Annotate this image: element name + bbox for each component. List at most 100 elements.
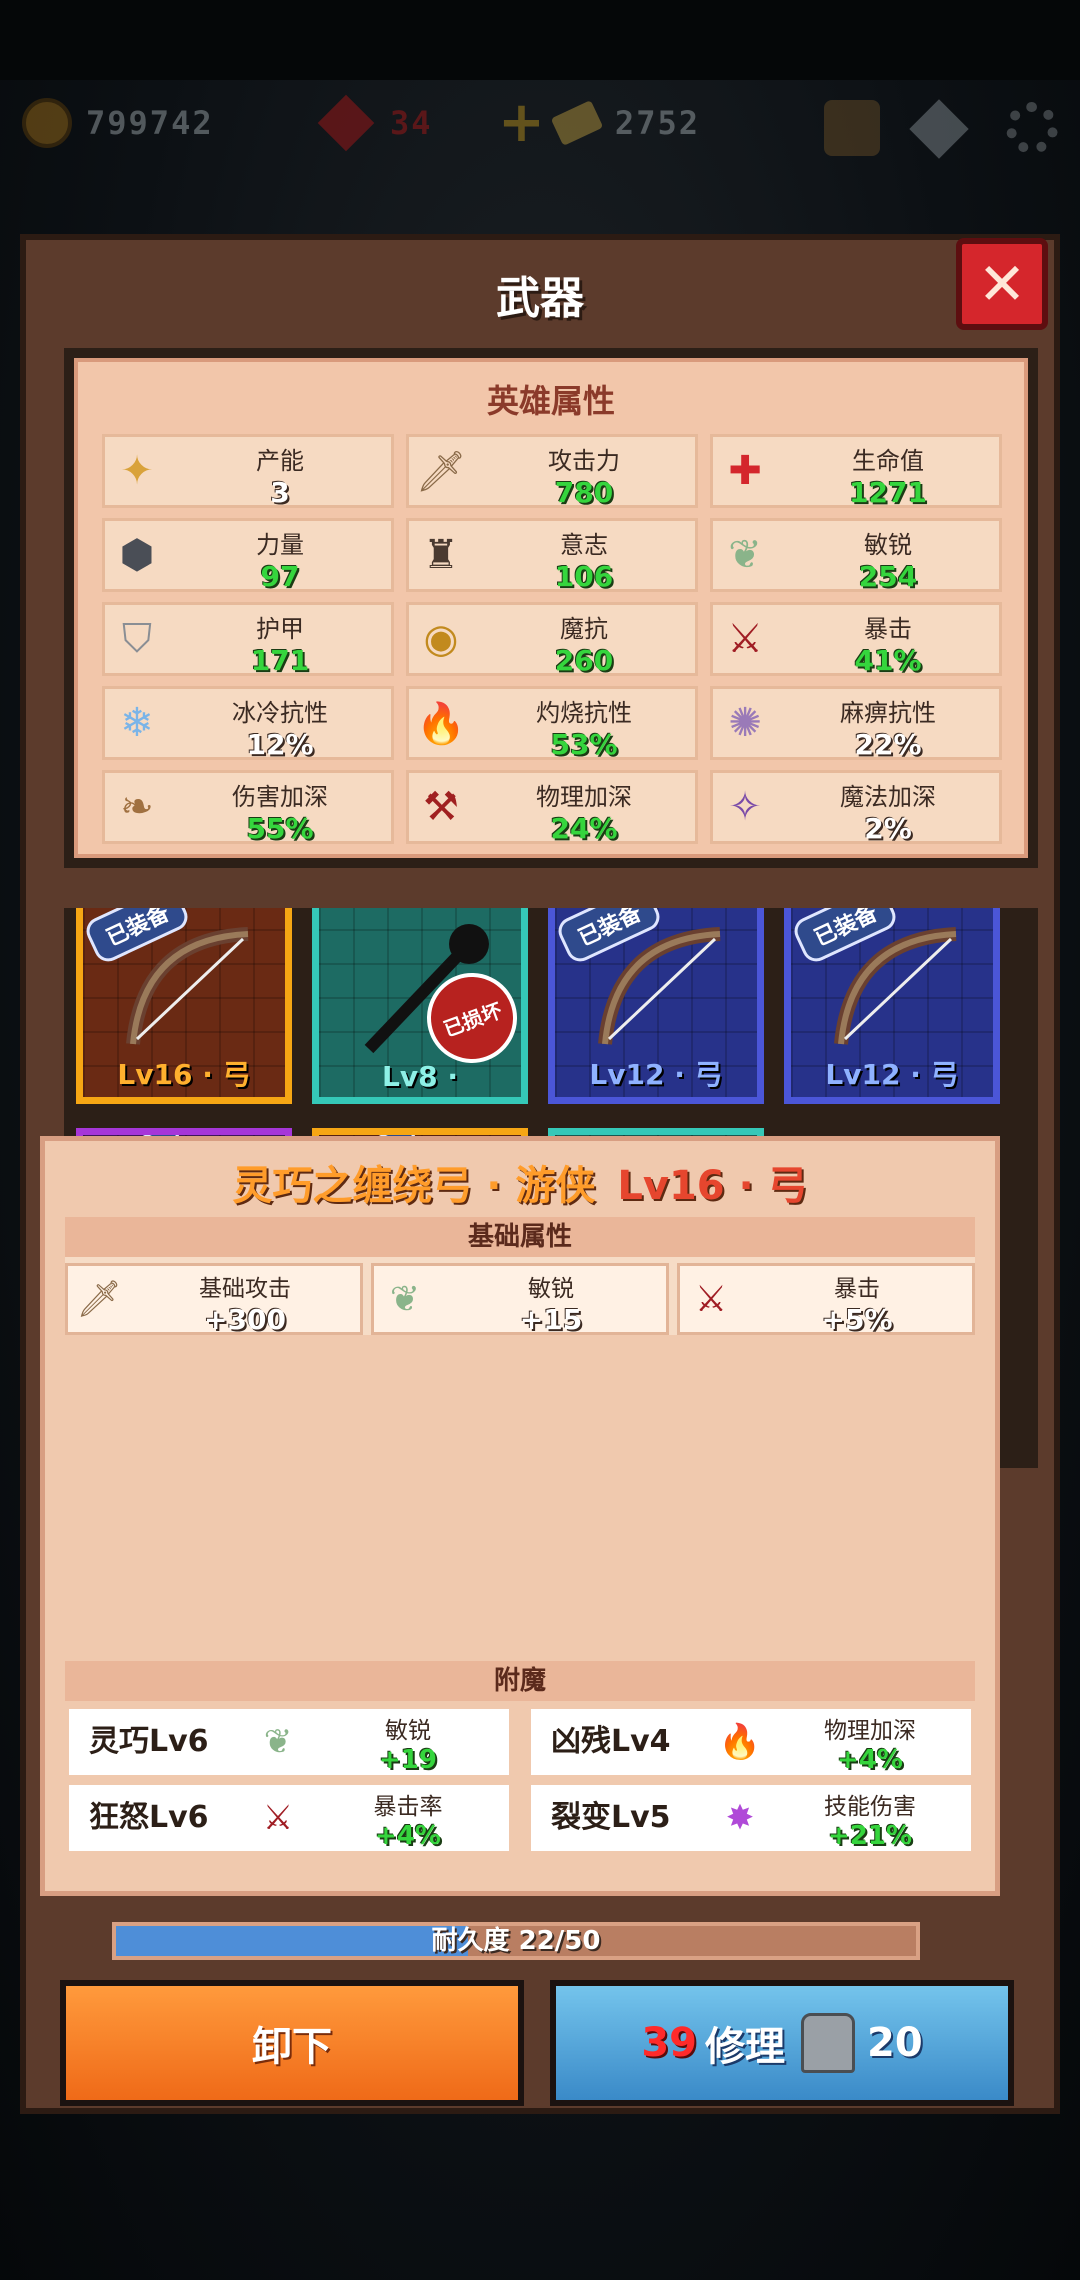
enchant-value: +21%	[827, 1821, 913, 1851]
hero-attribute: 🔥 灼烧抗性 53%	[406, 686, 698, 761]
gem-resource: 34	[317, 94, 433, 152]
base-attribute-value: +15	[519, 1303, 583, 1336]
add-icon: +	[498, 90, 545, 155]
repair-label: 修理	[705, 2024, 785, 2070]
wand-icon: ✧	[728, 784, 762, 830]
attribute-name: 意志	[560, 531, 608, 559]
hero-attributes-box: 英雄属性 ✦ 产能 3 🗡 攻击力 780 ✚ 生命值 1271 ⬢ 力量 97 ♜ 意志 106 ❦ 敏锐 25…	[64, 348, 1038, 868]
attribute-name: 敏锐	[864, 531, 912, 559]
weapon-card[interactable]: 已损坏 Lv8 ·	[312, 908, 528, 1104]
hero-attributes-grid: ✦ 产能 3 🗡 攻击力 780 ✚ 生命值 1271 ⬢ 力量 97 ♜ 意志 106 ❦ 敏锐 254 ⛉ 护甲 1…	[102, 434, 1002, 845]
weapon-card[interactable]: 已装备Lv12 · 弓	[784, 908, 1000, 1104]
base-attribute-text: 暴击 +5%	[742, 1266, 972, 1336]
enchant-item: 凶残Lv4 🔥 物理加深 +4%	[531, 1709, 971, 1775]
attribute-text: 攻击力 780	[473, 437, 695, 509]
magic-shield-icon: ◉	[423, 616, 459, 662]
hero-attribute: ❧ 伤害加深 55%	[102, 770, 394, 845]
enchant-text: 技能伤害 +21%	[769, 1785, 971, 1851]
attribute-value: 106	[554, 560, 614, 593]
feather-icon: ❧	[120, 784, 154, 830]
base-attribute-value: +5%	[821, 1303, 893, 1336]
fire-icon: 🔥	[711, 1709, 769, 1775]
attribute-value: 41%	[854, 644, 922, 677]
weapon-card[interactable]: 已装备Lv12 · 弓	[548, 908, 764, 1104]
attribute-value: 97	[260, 560, 300, 593]
weapon-level-label: Lv12 · 弓	[825, 1058, 959, 1091]
hero-attribute: ⚒ 物理加深 24%	[406, 770, 698, 845]
hero-attribute: 🗡 攻击力 780	[406, 434, 698, 509]
hero-attribute: ✦ 产能 3	[102, 434, 394, 509]
attribute-name: 攻击力	[548, 447, 620, 475]
weapon-detail-panel: 灵巧之缠绕弓 · 游侠 Lv16 · 弓 基础属性 🗡 基础攻击 +300 ❦ 敏锐 +15…	[40, 1136, 1000, 1896]
attribute-text: 护甲 171	[169, 605, 391, 677]
hero-attribute: ◉ 魔抗 260	[406, 602, 698, 677]
attribute-value: 2%	[864, 812, 912, 845]
axe-icon: ⚒	[423, 784, 459, 830]
attribute-name: 力量	[256, 531, 304, 559]
enchant-value: +4%	[837, 1745, 903, 1775]
hero-attribute: ✚ 生命值 1271	[710, 434, 1002, 509]
base-attributes-row: 🗡 基础攻击 +300 ❦ 敏锐 +15 ⚔ 暴击 +5%	[65, 1257, 975, 1336]
attribute-text: 暴击 41%	[777, 605, 999, 677]
attribute-value: 53%	[550, 728, 618, 761]
weapon-level-label: Lv12 · 弓	[589, 1058, 723, 1091]
base-attribute: ⚔ 暴击 +5%	[677, 1263, 975, 1336]
sword-icon: 🗡	[76, 1279, 122, 1320]
attribute-value: 22%	[854, 728, 922, 761]
enchant-name: 敏锐	[385, 1718, 431, 1744]
attribute-text: 物理加深 24%	[473, 773, 695, 845]
enchant-item: 裂变Lv5 ✸ 技能伤害 +21%	[531, 1785, 971, 1851]
enchant-label: 灵巧Lv6	[89, 1724, 209, 1759]
enchant-label: 裂变Lv5	[551, 1800, 671, 1835]
attribute-text: 灼烧抗性 53%	[473, 689, 695, 761]
wing-icon: ❦	[728, 532, 762, 578]
status-bar-area	[0, 0, 1080, 80]
statue-icon: ♜	[423, 532, 459, 578]
attribute-value: 260	[554, 644, 614, 677]
weapon-card[interactable]: 已装备 Lv16 · 弓	[76, 908, 292, 1104]
attribute-name: 魔法加深	[840, 783, 936, 811]
gem-amount: 34	[390, 104, 433, 142]
base-attribute: 🗡 基础攻击 +300	[65, 1263, 363, 1336]
enchant-item: 灵巧Lv6 ❦ 敏锐 +19	[69, 1709, 509, 1775]
settings-gear-icon[interactable]	[1006, 102, 1058, 154]
enchant-label: 狂怒Lv6	[89, 1800, 209, 1835]
attribute-value: 12%	[246, 728, 314, 761]
attribute-text: 产能 3	[169, 437, 391, 509]
health-cross-icon: ✚	[728, 448, 762, 494]
unequip-label: 卸下	[252, 2024, 332, 2070]
burst-icon: ✸	[711, 1785, 769, 1851]
enchant-text: 物理加深 +4%	[769, 1709, 971, 1775]
enchant-item: 狂怒Lv6 ⚔ 暴击率 +4%	[69, 1785, 509, 1851]
gold-resource: 799742	[22, 98, 214, 148]
attribute-name: 生命值	[852, 447, 924, 475]
unequip-button[interactable]: 卸下	[60, 1980, 524, 2106]
attribute-name: 产能	[256, 447, 304, 475]
close-icon: ✕	[977, 250, 1027, 318]
weapon-detail-title: 灵巧之缠绕弓 · 游侠 Lv16 · 弓	[45, 1153, 995, 1211]
enchant-section: 附魔 灵巧Lv6 ❦ 敏锐 +19 凶残Lv4 🔥 物理加深 +4% 狂怒Lv6 ⚔ 暴击率 +4% 裂…	[65, 1661, 975, 1859]
enchant-text: 暴击率 +4%	[307, 1785, 509, 1851]
hero-attribute: ❄ 冰冷抗性 12%	[102, 686, 394, 761]
sword-icon: 🗡	[415, 448, 467, 495]
enchant-label: 凶残Lv4	[551, 1724, 671, 1759]
hero-attribute: ⬢ 力量 97	[102, 518, 394, 593]
paralysis-icon: ✺	[728, 700, 762, 746]
durability-label: 耐久度 22/50	[431, 1926, 601, 1956]
attribute-text: 伤害加深 55%	[169, 773, 391, 845]
panel-title: 武器	[496, 273, 584, 324]
attribute-value: 171	[250, 644, 310, 677]
attribute-text: 意志 106	[473, 521, 695, 593]
treasure-chest-icon[interactable]	[824, 100, 880, 156]
attribute-value: 55%	[246, 812, 314, 845]
attribute-value: 1271	[849, 476, 927, 509]
hero-attribute: ❦ 敏锐 254	[710, 518, 1002, 593]
attribute-text: 生命值 1271	[777, 437, 999, 509]
crossed-swords-icon: ⚔	[694, 1278, 728, 1320]
enchant-text: 敏锐 +19	[307, 1709, 509, 1775]
repair-button[interactable]: 39 修理 20	[550, 1980, 1014, 2106]
close-button[interactable]: ✕	[956, 238, 1048, 330]
repair-stone-icon	[801, 2013, 855, 2073]
attribute-text: 冰冷抗性 12%	[169, 689, 391, 761]
attribute-value: 3	[270, 476, 290, 509]
